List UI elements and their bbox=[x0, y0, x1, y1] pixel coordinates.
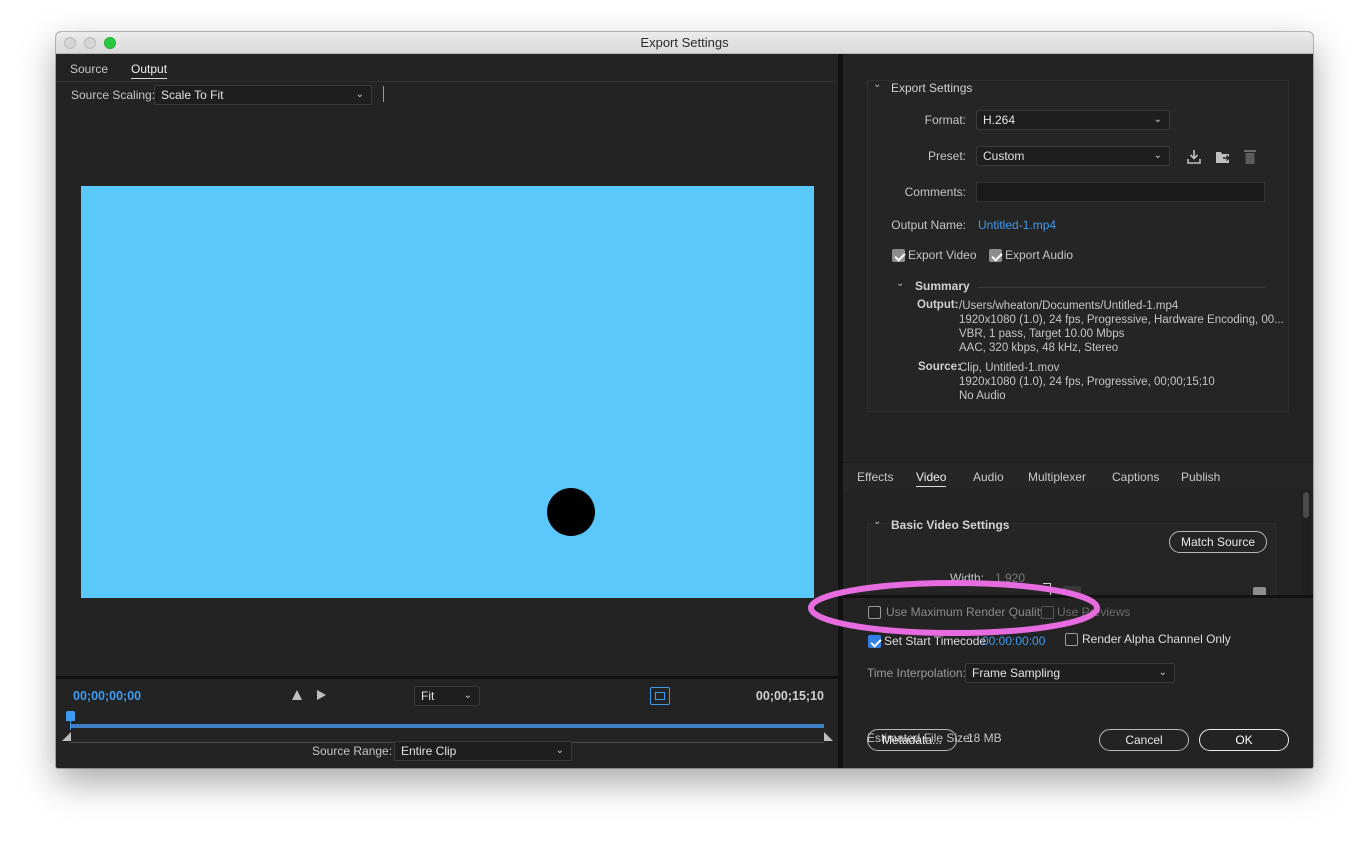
set-in-point-icon[interactable] bbox=[292, 690, 302, 700]
summary-rule bbox=[977, 287, 1265, 288]
summary-source-label: Source: bbox=[918, 361, 961, 373]
chevron-down-icon[interactable]: ⌄ bbox=[873, 516, 881, 527]
preview-pane: Source Output Source Scaling: Scale To F… bbox=[56, 54, 838, 768]
scrub-track[interactable] bbox=[70, 724, 824, 728]
source-range-label: Source Range: bbox=[312, 744, 393, 758]
end-time: 00;00;15;10 bbox=[755, 689, 824, 703]
tab-effects[interactable]: Effects bbox=[857, 470, 893, 484]
width-checkbox[interactable] bbox=[1253, 587, 1266, 595]
summary-output-line-2: 1920x1080 (1.0), 24 fps, Progressive, Ha… bbox=[959, 314, 1284, 326]
tab-captions[interactable]: Captions bbox=[1112, 470, 1159, 484]
time-interpolation-value: Frame Sampling bbox=[972, 666, 1061, 680]
preset-value: Custom bbox=[983, 149, 1025, 163]
chevron-down-icon: ⌄ bbox=[355, 89, 364, 100]
source-range-dropdown[interactable]: Entire Clip ⌄ bbox=[394, 741, 572, 761]
window-title: Export Settings bbox=[640, 35, 729, 50]
summary-output-line-3: VBR, 1 pass, Target 10.00 Mbps bbox=[959, 328, 1125, 340]
render-alpha-label: Render Alpha Channel Only bbox=[1082, 632, 1231, 646]
estimated-file-size-value: 18 MB bbox=[967, 731, 1002, 745]
export-audio-checkbox[interactable] bbox=[989, 249, 1002, 262]
summary-heading: Summary bbox=[915, 279, 970, 293]
tab-multiplexer[interactable]: Multiplexer bbox=[1028, 470, 1086, 484]
fit-frame-icon[interactable] bbox=[650, 687, 670, 705]
in-point-marker[interactable] bbox=[62, 732, 71, 741]
scrollbar-thumb[interactable] bbox=[1303, 492, 1309, 518]
summary-output-line-1: /Users/wheaton/Documents/Untitled-1.mp4 bbox=[959, 300, 1179, 312]
chevron-down-icon: ⌄ bbox=[1153, 114, 1162, 125]
settings-tab-bar: Effects Video Audio Multiplexer Captions… bbox=[843, 462, 1313, 490]
settings-pane: ⌄ Export Settings Format: H.264 ⌄ Preset… bbox=[843, 54, 1313, 768]
set-out-point-icon[interactable] bbox=[317, 690, 326, 700]
metadata-button[interactable]: Metadata... bbox=[867, 729, 957, 751]
summary-source-line-3: No Audio bbox=[959, 390, 1006, 402]
title-bar: Export Settings bbox=[56, 32, 1313, 54]
export-settings-window: Export Settings Source Output Source Sca… bbox=[56, 32, 1313, 768]
time-interpolation-label: Time Interpolation: bbox=[867, 666, 966, 680]
preview-circle bbox=[547, 488, 595, 536]
playhead-line bbox=[70, 714, 71, 730]
tab-video[interactable]: Video bbox=[916, 470, 947, 487]
comments-label: Comments: bbox=[904, 185, 966, 199]
format-dropdown[interactable]: H.264 ⌄ bbox=[976, 110, 1170, 130]
basic-video-heading: Basic Video Settings bbox=[891, 518, 1010, 532]
chevron-down-icon[interactable]: ⌄ bbox=[896, 278, 904, 289]
export-audio-label: Export Audio bbox=[1005, 248, 1074, 262]
tab-publish[interactable]: Publish bbox=[1181, 470, 1220, 484]
divider bbox=[56, 81, 838, 82]
source-scaling-label: Source Scaling: bbox=[71, 88, 156, 102]
chevron-down-icon: ⌄ bbox=[1158, 667, 1167, 678]
summary-source-line-1: Clip, Untitled-1.mov bbox=[959, 362, 1060, 374]
highlight-ellipse bbox=[808, 580, 1100, 636]
current-time[interactable]: 00;00;00;00 bbox=[73, 689, 141, 703]
delete-preset-icon[interactable] bbox=[1243, 148, 1257, 165]
summary-output-line-4: AAC, 320 kbps, 48 kHz, Stereo bbox=[959, 342, 1119, 354]
source-scaling-value: Scale To Fit bbox=[161, 88, 224, 102]
format-value: H.264 bbox=[983, 113, 1016, 127]
chevron-down-icon: ⌄ bbox=[1153, 150, 1162, 161]
out-point-marker[interactable] bbox=[824, 732, 833, 741]
zoom-value: Fit bbox=[421, 689, 435, 703]
timeline-separator bbox=[56, 676, 838, 679]
tab-source[interactable]: Source bbox=[70, 62, 108, 76]
format-label: Format: bbox=[924, 113, 966, 127]
export-settings-heading: Export Settings bbox=[891, 81, 973, 95]
source-scaling-dropdown[interactable]: Scale To Fit ⌄ bbox=[154, 85, 372, 105]
preset-dropdown[interactable]: Custom ⌄ bbox=[976, 146, 1170, 166]
export-video-checkbox[interactable] bbox=[892, 249, 905, 262]
output-name-link[interactable]: Untitled-1.mp4 bbox=[978, 218, 1056, 232]
video-preview bbox=[81, 186, 814, 598]
save-preset-icon[interactable] bbox=[1186, 149, 1202, 165]
ok-button[interactable]: OK bbox=[1199, 729, 1289, 751]
tab-output[interactable]: Output bbox=[131, 62, 168, 79]
cursor-divider bbox=[383, 86, 384, 102]
chevron-down-icon: ⌄ bbox=[555, 745, 564, 756]
time-interpolation-dropdown[interactable]: Frame Sampling ⌄ bbox=[965, 663, 1175, 683]
match-source-button[interactable]: Match Source bbox=[1169, 531, 1267, 553]
chevron-down-icon[interactable]: ⌄ bbox=[873, 79, 881, 90]
summary-source-line-2: 1920x1080 (1.0), 24 fps, Progressive, 00… bbox=[959, 376, 1215, 388]
chevron-down-icon: ⌄ bbox=[463, 690, 472, 701]
cancel-button[interactable]: Cancel bbox=[1099, 729, 1189, 751]
comments-input[interactable] bbox=[976, 182, 1265, 202]
tab-audio[interactable]: Audio bbox=[973, 470, 1004, 484]
preset-label: Preset: bbox=[927, 149, 966, 163]
import-preset-icon[interactable] bbox=[1214, 149, 1232, 165]
source-range-value: Entire Clip bbox=[401, 744, 457, 758]
output-name-label: Output Name: bbox=[891, 218, 966, 232]
summary-output-label: Output: bbox=[917, 299, 959, 311]
fit-frame-inner bbox=[655, 692, 665, 700]
export-video-label: Export Video bbox=[908, 248, 977, 262]
zoom-dropdown[interactable]: Fit ⌄ bbox=[414, 686, 480, 706]
